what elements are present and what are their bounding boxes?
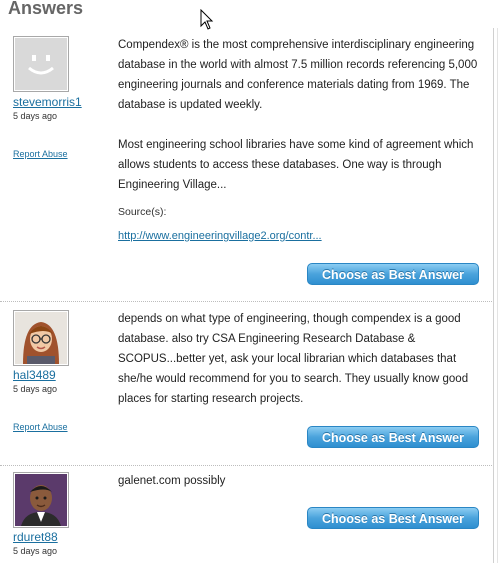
answer-divider: [0, 465, 492, 466]
source-link[interactable]: http://www.engineeringvillage2.org/contr…: [118, 230, 322, 242]
answer-text: galenet.com possibly: [118, 471, 484, 511]
answer-time: 5 days ago: [13, 111, 58, 121]
avatar[interactable]: [13, 36, 69, 92]
report-abuse-link[interactable]: Report Abuse: [13, 422, 68, 432]
username-link[interactable]: hal3489: [13, 368, 56, 382]
username-link[interactable]: stevemorris1: [13, 95, 82, 109]
report-abuse-link[interactable]: Report Abuse: [13, 149, 68, 159]
username-link[interactable]: rduret88: [13, 530, 58, 544]
answer-paragraph: Most engineering school libraries have s…: [118, 139, 474, 191]
man-suit-avatar-icon: [15, 474, 67, 526]
choose-best-answer-button[interactable]: Choose as Best Answer: [307, 426, 479, 448]
scrollbar-track-edge: [493, 28, 494, 563]
woman-glasses-avatar-icon: [15, 312, 67, 364]
answer-paragraph: depends on what type of engineering, tho…: [118, 313, 469, 405]
avatar[interactable]: [13, 310, 69, 366]
answer-paragraph: Compendex® is the most comprehensive int…: [118, 39, 478, 111]
choose-best-answer-button[interactable]: Choose as Best Answer: [307, 263, 479, 285]
default-smiley-avatar-icon: [15, 38, 67, 90]
scrollbar-track-edge-outer: [497, 28, 498, 563]
answer-divider: [0, 301, 492, 302]
choose-best-answer-button[interactable]: Choose as Best Answer: [307, 507, 479, 529]
answer-text: depends on what type of engineering, tho…: [118, 309, 484, 429]
answer-paragraph: galenet.com possibly: [118, 475, 226, 487]
answer-time: 5 days ago: [13, 546, 58, 556]
answers-heading: Answers: [8, 0, 84, 18]
answer-text: Compendex® is the most comprehensive int…: [118, 35, 484, 215]
mouse-cursor-icon: [200, 9, 214, 30]
answer-time: 5 days ago: [13, 384, 58, 394]
avatar[interactable]: [13, 472, 69, 528]
source-label: Source(s):: [118, 206, 167, 218]
